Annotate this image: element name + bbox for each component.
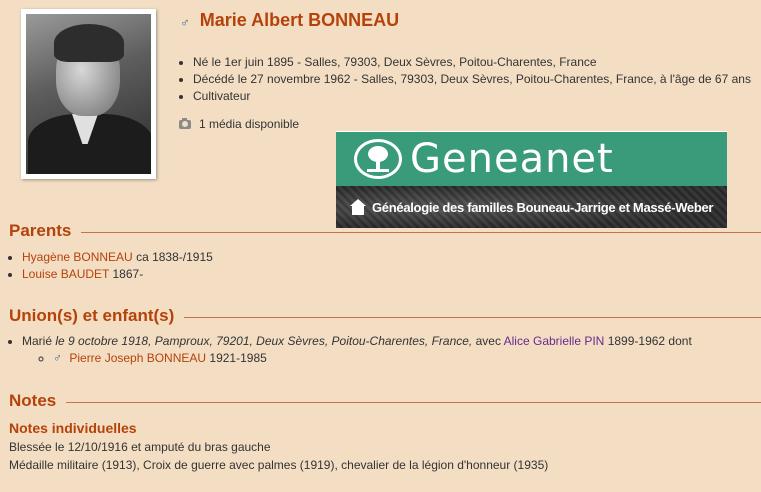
- child-link[interactable]: Pierre Joseph BONNEAU: [69, 351, 206, 365]
- person-name: Marie Albert BONNEAU: [199, 10, 400, 30]
- person-header: ♂ Marie Albert BONNEAU: [180, 10, 399, 31]
- note-line: Médaille militaire (1913), Croix de guer…: [9, 458, 549, 472]
- parent-dates: 1867-: [112, 267, 144, 281]
- list-item: Marié le 9 octobre 1918, Pamproux, 79201…: [22, 333, 692, 367]
- parent-link-mother[interactable]: Louise BAUDET: [22, 267, 109, 281]
- banner-brand: Geneanet: [410, 136, 614, 182]
- notes-heading: Notes: [9, 391, 761, 411]
- child-dates: 1921-1985: [209, 351, 267, 365]
- media-label[interactable]: 1 média disponible: [199, 117, 299, 131]
- parents-list: Hyagène BONNEAU ca 1838-/1915 Louise BAU…: [22, 249, 213, 283]
- occupation-fact: Cultivateur: [193, 88, 751, 105]
- section-divider: [81, 232, 761, 233]
- list-item: Hyagène BONNEAU ca 1838-/1915: [22, 249, 213, 266]
- portrait-photo[interactable]: [26, 14, 151, 174]
- male-sex-icon: ♂: [180, 15, 190, 30]
- parent-link-father[interactable]: Hyagène BONNEAU: [22, 250, 133, 264]
- notes-subtitle: Notes individuelles: [9, 420, 137, 436]
- person-facts: Né le 1er juin 1895 - Salles, 79303, Deu…: [193, 54, 751, 105]
- death-fact: Décédé le 27 novembre 1962 - Salles, 793…: [193, 71, 751, 88]
- media-link[interactable]: 1 média disponible: [179, 117, 299, 131]
- unions-title: Union(s) et enfant(s): [9, 306, 175, 325]
- home-icon: [350, 199, 366, 215]
- tree-logo-icon: [354, 139, 402, 179]
- children-list: ♂ Pierre Joseph BONNEAU 1921-1985: [53, 350, 692, 367]
- male-sex-icon: ♂: [53, 351, 62, 365]
- unions-list: Marié le 9 octobre 1918, Pamproux, 79201…: [22, 333, 692, 367]
- notes-title: Notes: [9, 391, 57, 410]
- birth-fact: Né le 1er juin 1895 - Salles, 79303, Deu…: [193, 54, 751, 71]
- spouse-link[interactable]: Alice Gabrielle PIN: [504, 334, 605, 348]
- banner-logo-area: Geneanet: [336, 131, 727, 186]
- parents-heading: Parents: [9, 221, 761, 241]
- section-divider: [66, 402, 761, 403]
- list-item: Louise BAUDET 1867-: [22, 266, 213, 283]
- parent-dates: ca 1838-/1915: [136, 250, 213, 264]
- portrait-frame[interactable]: [21, 9, 156, 179]
- unions-heading: Union(s) et enfant(s): [9, 306, 761, 326]
- marriage-prefix: Marié: [22, 334, 53, 348]
- camera-icon: [179, 117, 191, 129]
- geneanet-banner[interactable]: Geneanet Généalogie des familles Bouneau…: [336, 131, 727, 228]
- marriage-details: le 9 octobre 1918, Pamproux, 79201, Deux…: [55, 334, 473, 348]
- banner-tagline: Généalogie des familles Bouneau-Jarrige …: [372, 199, 714, 215]
- list-item: ♂ Pierre Joseph BONNEAU 1921-1985: [53, 350, 692, 367]
- section-divider: [184, 317, 761, 318]
- parents-title: Parents: [9, 221, 72, 240]
- notes-body: Blessée le 12/10/1916 et amputé du bras …: [9, 438, 548, 474]
- note-line: Blessée le 12/10/1916 et amputé du bras …: [9, 440, 271, 454]
- spouse-dates: 1899-1962 dont: [607, 334, 692, 348]
- marriage-avec: avec: [475, 334, 501, 348]
